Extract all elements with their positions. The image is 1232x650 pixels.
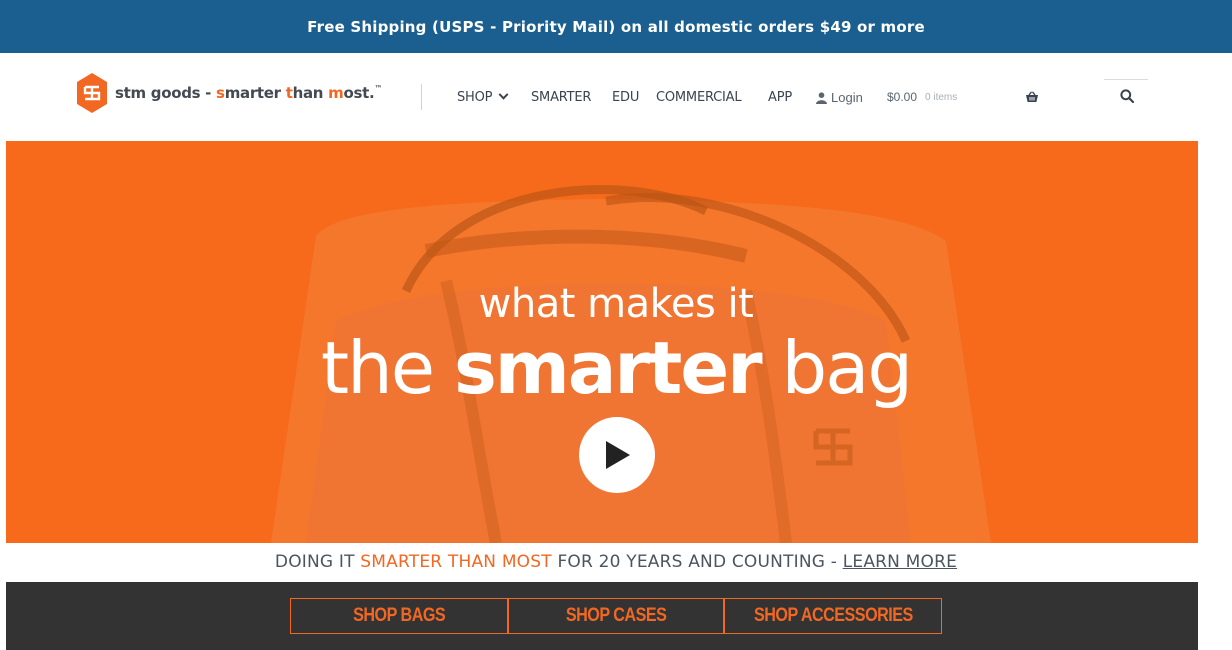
nav-item-commercial[interactable]: COMMERCIAL xyxy=(656,90,742,105)
site-header: stm goods - smarter than most.™ SHOP SMA… xyxy=(0,53,1232,141)
logo-wordmark: stm goods - smarter than most.™ xyxy=(115,84,383,102)
play-video-button[interactable] xyxy=(579,417,655,493)
play-icon xyxy=(606,441,630,469)
learn-more-link[interactable]: LEARN MORE xyxy=(843,552,957,572)
basket-icon[interactable] xyxy=(1025,91,1039,103)
nav-item-smarter[interactable]: SMARTER xyxy=(531,90,591,105)
stm-hexagon-logo-icon xyxy=(77,73,107,113)
user-icon xyxy=(816,91,827,104)
shop-bags-button[interactable]: SHOP BAGS xyxy=(290,598,508,634)
login-link[interactable]: Login xyxy=(816,90,863,105)
promo-bar: Free Shipping (USPS - Priority Mail) on … xyxy=(0,0,1232,53)
cart-summary[interactable]: $0.00 0 items xyxy=(887,90,957,104)
search-icon[interactable] xyxy=(1120,89,1134,103)
shop-accessories-button[interactable]: SHOP ACCESSORIES xyxy=(724,598,942,634)
tagline: DOING IT SMARTER THAN MOST FOR 20 YEARS … xyxy=(274,552,958,572)
cart-count: 0 items xyxy=(925,91,958,103)
chevron-down-icon xyxy=(498,89,509,100)
shop-cases-button[interactable]: SHOP CASES xyxy=(508,598,724,634)
cart-total: $0.00 xyxy=(887,90,918,104)
hero-heading-line2: the smarter bag xyxy=(320,326,913,410)
hero-heading-line1: what makes it xyxy=(478,281,754,327)
nav-item-edu[interactable]: EDU xyxy=(612,90,639,105)
site-logo[interactable]: stm goods - smarter than most.™ xyxy=(76,72,382,114)
header-divider xyxy=(421,84,422,110)
nav-item-shop[interactable]: SHOP xyxy=(457,89,509,105)
nav-item-app[interactable]: APP xyxy=(768,90,792,105)
promo-text: Free Shipping (USPS - Priority Mail) on … xyxy=(307,17,925,36)
login-label: Login xyxy=(831,90,863,105)
